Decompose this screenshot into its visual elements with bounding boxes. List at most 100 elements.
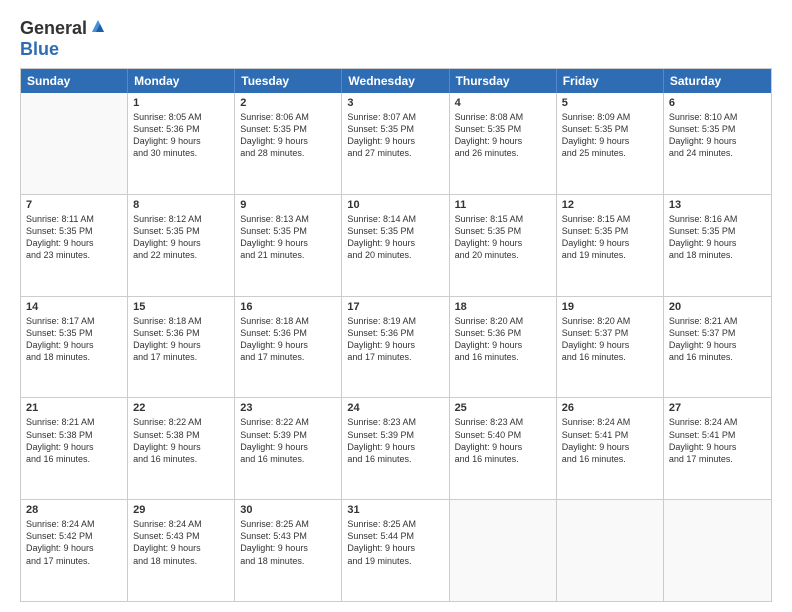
logo-blue-text: Blue: [20, 39, 59, 59]
day-info: Sunrise: 8:19 AM Sunset: 5:36 PM Dayligh…: [347, 315, 443, 364]
day-cell-22: 22 Sunrise: 8:22 AM Sunset: 5:38 PM Dayli…: [128, 398, 235, 499]
day-info: Sunrise: 8:22 AM Sunset: 5:38 PM Dayligh…: [133, 416, 229, 465]
day-cell-30: 30 Sunrise: 8:25 AM Sunset: 5:43 PM Dayli…: [235, 500, 342, 601]
weekday-header-saturday: Saturday: [664, 69, 771, 93]
day-cell-3: 3 Sunrise: 8:07 AM Sunset: 5:35 PM Daylig…: [342, 93, 449, 194]
day-number: 20: [669, 301, 766, 313]
day-info: Sunrise: 8:18 AM Sunset: 5:36 PM Dayligh…: [133, 315, 229, 364]
day-info: Sunrise: 8:17 AM Sunset: 5:35 PM Dayligh…: [26, 315, 122, 364]
day-cell-16: 16 Sunrise: 8:18 AM Sunset: 5:36 PM Dayli…: [235, 297, 342, 398]
day-number: 24: [347, 402, 443, 414]
calendar-week-5: 28Sunrise: 8:24 AM Sunset: 5:42 PM Dayli…: [21, 500, 771, 601]
day-number: 1: [133, 97, 229, 109]
day-number: 28: [26, 504, 122, 516]
day-info: Sunrise: 8:05 AM Sunset: 5:36 PM Dayligh…: [133, 111, 229, 160]
day-number: 10: [347, 199, 443, 211]
day-cell-21: 21 Sunrise: 8:21 AM Sunset: 5:38 PM Dayli…: [21, 398, 128, 499]
weekday-header-tuesday: Tuesday: [235, 69, 342, 93]
day-cell-26: 26 Sunrise: 8:24 AM Sunset: 5:41 PM Dayli…: [557, 398, 664, 499]
weekday-header-wednesday: Wednesday: [342, 69, 449, 93]
day-number: 8: [133, 199, 229, 211]
day-number: 13: [669, 199, 766, 211]
day-number: 26: [562, 402, 658, 414]
day-cell-1: 1 Sunrise: 8:05 AM Sunset: 5:36 PM Daylig…: [128, 93, 235, 194]
day-number: 2: [240, 97, 336, 109]
day-number: 14: [26, 301, 122, 313]
day-number: 9: [240, 199, 336, 211]
day-info: Sunrise: 8:12 AM Sunset: 5:35 PM Dayligh…: [133, 213, 229, 262]
day-number: 5: [562, 97, 658, 109]
day-number: 6: [669, 97, 766, 109]
day-number: 21: [26, 402, 122, 414]
day-cell-19: 19Sunrise: 8:20 AM Sunset: 5:37 PM Dayli…: [557, 297, 664, 398]
day-cell-15: 15Sunrise: 8:18 AM Sunset: 5:36 PM Dayli…: [128, 297, 235, 398]
weekday-header-monday: Monday: [128, 69, 235, 93]
day-info: Sunrise: 8:24 AM Sunset: 5:41 PM Dayligh…: [669, 416, 766, 465]
day-info: Sunrise: 8:07 AM Sunset: 5:35 PM Dayligh…: [347, 111, 443, 160]
day-number: 17: [347, 301, 443, 313]
page: General Blue SundayMondayTuesdayWednesda…: [0, 0, 792, 612]
day-cell-14: 14 Sunrise: 8:17 AM Sunset: 5:35 PM Dayli…: [21, 297, 128, 398]
day-cell-31: 31 Sunrise: 8:25 AM Sunset: 5:44 PM Dayli…: [342, 500, 449, 601]
day-info: Sunrise: 8:14 AM Sunset: 5:35 PM Dayligh…: [347, 213, 443, 262]
day-info: Sunrise: 8:25 AM Sunset: 5:44 PM Dayligh…: [347, 518, 443, 567]
day-cell-4: 4 Sunrise: 8:08 AM Sunset: 5:35 PM Daylig…: [450, 93, 557, 194]
day-info: Sunrise: 8:15 AM Sunset: 5:35 PM Dayligh…: [455, 213, 551, 262]
day-number: 3: [347, 97, 443, 109]
day-cell-12: 12 Sunrise: 8:15 AM Sunset: 5:35 PM Dayli…: [557, 195, 664, 296]
day-cell-29: 29 Sunrise: 8:24 AM Sunset: 5:43 PM Dayli…: [128, 500, 235, 601]
day-info: Sunrise: 8:20 AM Sunset: 5:37 PM Dayligh…: [562, 315, 658, 364]
weekday-header-sunday: Sunday: [21, 69, 128, 93]
day-number: 27: [669, 402, 766, 414]
day-cell-10: 10 Sunrise: 8:14 AM Sunset: 5:35 PM Dayli…: [342, 195, 449, 296]
day-info: Sunrise: 8:23 AM Sunset: 5:39 PM Dayligh…: [347, 416, 443, 465]
day-cell-11: 11 Sunrise: 8:15 AM Sunset: 5:35 PM Dayli…: [450, 195, 557, 296]
calendar-body: 1 Sunrise: 8:05 AM Sunset: 5:36 PM Daylig…: [21, 93, 771, 601]
day-cell-20: 20 Sunrise: 8:21 AM Sunset: 5:37 PM Dayli…: [664, 297, 771, 398]
day-cell-28: 28Sunrise: 8:24 AM Sunset: 5:42 PM Dayli…: [21, 500, 128, 601]
day-info: Sunrise: 8:21 AM Sunset: 5:37 PM Dayligh…: [669, 315, 766, 364]
day-cell-24: 24 Sunrise: 8:23 AM Sunset: 5:39 PM Dayli…: [342, 398, 449, 499]
calendar-week-3: 14 Sunrise: 8:17 AM Sunset: 5:35 PM Dayli…: [21, 297, 771, 399]
day-number: 30: [240, 504, 336, 516]
logo-general-text: General: [20, 18, 87, 39]
logo: General Blue: [20, 18, 106, 60]
calendar-week-2: 7 Sunrise: 8:11 AM Sunset: 5:35 PM Daylig…: [21, 195, 771, 297]
day-info: Sunrise: 8:11 AM Sunset: 5:35 PM Dayligh…: [26, 213, 122, 262]
day-info: Sunrise: 8:21 AM Sunset: 5:38 PM Dayligh…: [26, 416, 122, 465]
day-cell-27: 27 Sunrise: 8:24 AM Sunset: 5:41 PM Dayli…: [664, 398, 771, 499]
day-info: Sunrise: 8:10 AM Sunset: 5:35 PM Dayligh…: [669, 111, 766, 160]
day-cell-8: 8 Sunrise: 8:12 AM Sunset: 5:35 PM Daylig…: [128, 195, 235, 296]
day-info: Sunrise: 8:25 AM Sunset: 5:43 PM Dayligh…: [240, 518, 336, 567]
day-cell-9: 9 Sunrise: 8:13 AM Sunset: 5:35 PM Daylig…: [235, 195, 342, 296]
empty-cell: [557, 500, 664, 601]
day-info: Sunrise: 8:24 AM Sunset: 5:41 PM Dayligh…: [562, 416, 658, 465]
day-info: Sunrise: 8:18 AM Sunset: 5:36 PM Dayligh…: [240, 315, 336, 364]
day-number: 16: [240, 301, 336, 313]
day-number: 4: [455, 97, 551, 109]
day-info: Sunrise: 8:23 AM Sunset: 5:40 PM Dayligh…: [455, 416, 551, 465]
day-info: Sunrise: 8:08 AM Sunset: 5:35 PM Dayligh…: [455, 111, 551, 160]
day-info: Sunrise: 8:16 AM Sunset: 5:35 PM Dayligh…: [669, 213, 766, 262]
day-info: Sunrise: 8:13 AM Sunset: 5:35 PM Dayligh…: [240, 213, 336, 262]
day-number: 31: [347, 504, 443, 516]
day-cell-18: 18Sunrise: 8:20 AM Sunset: 5:36 PM Dayli…: [450, 297, 557, 398]
empty-cell: [664, 500, 771, 601]
day-number: 11: [455, 199, 551, 211]
day-number: 12: [562, 199, 658, 211]
day-number: 22: [133, 402, 229, 414]
calendar-header: SundayMondayTuesdayWednesdayThursdayFrid…: [21, 69, 771, 93]
day-number: 25: [455, 402, 551, 414]
weekday-header-thursday: Thursday: [450, 69, 557, 93]
day-number: 29: [133, 504, 229, 516]
calendar-week-1: 1 Sunrise: 8:05 AM Sunset: 5:36 PM Daylig…: [21, 93, 771, 195]
day-info: Sunrise: 8:24 AM Sunset: 5:43 PM Dayligh…: [133, 518, 229, 567]
day-number: 7: [26, 199, 122, 211]
header: General Blue: [20, 18, 772, 60]
day-info: Sunrise: 8:09 AM Sunset: 5:35 PM Dayligh…: [562, 111, 658, 160]
day-cell-23: 23Sunrise: 8:22 AM Sunset: 5:39 PM Dayli…: [235, 398, 342, 499]
empty-cell: [450, 500, 557, 601]
day-info: Sunrise: 8:22 AM Sunset: 5:39 PM Dayligh…: [240, 416, 336, 465]
day-info: Sunrise: 8:15 AM Sunset: 5:35 PM Dayligh…: [562, 213, 658, 262]
calendar: SundayMondayTuesdayWednesdayThursdayFrid…: [20, 68, 772, 602]
